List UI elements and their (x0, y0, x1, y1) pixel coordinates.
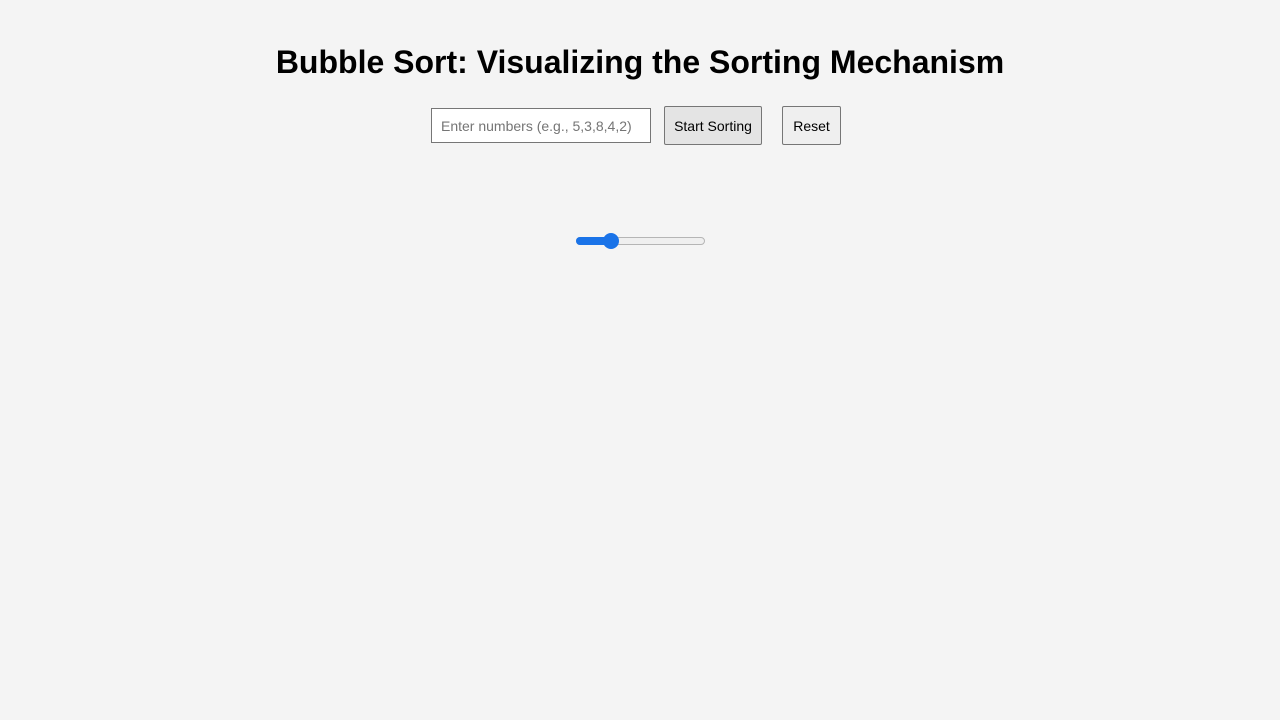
reset-button[interactable]: Reset (782, 106, 841, 145)
numbers-input[interactable] (431, 108, 651, 143)
speed-slider[interactable] (576, 232, 705, 250)
controls-bar: Start Sorting Reset (0, 106, 1280, 146)
start-sorting-button[interactable]: Start Sorting (664, 106, 762, 145)
page-title: Bubble Sort: Visualizing the Sorting Mec… (275, 44, 1005, 80)
speed-slider-thumb[interactable] (603, 233, 620, 249)
bars-container (0, 270, 1280, 670)
bubble-sort-page: Bubble Sort: Visualizing the Sorting Mec… (0, 0, 1280, 720)
